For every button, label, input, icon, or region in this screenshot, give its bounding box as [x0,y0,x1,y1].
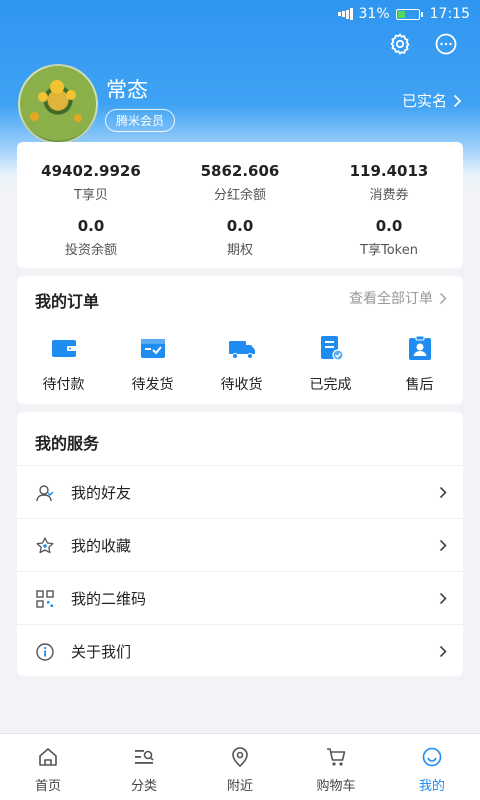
order-label: 待收货 [220,377,263,393]
stat-item[interactable]: 0.0 T享Token [315,217,463,258]
location-icon [232,747,248,768]
member-badge: 腾米会员 [105,109,176,132]
stat-value: 49402.9926 [41,162,141,180]
order-pending-shipment[interactable]: 待发货 [108,334,197,394]
chevron-right-icon [439,645,447,658]
service-label: 关于我们 [71,643,132,661]
message-more-icon[interactable] [434,32,458,56]
friends-icon [36,484,54,501]
user-name: 常态 [106,78,148,102]
asset-stats-card: 49402.9926 T享贝 5862.606 分红余额 119.4013 消费… [17,142,463,268]
tab-mine[interactable]: 我的 [384,734,480,800]
checklist-icon [320,336,344,361]
avatar[interactable] [18,64,98,144]
stat-label: 投资余额 [64,243,117,258]
order-completed[interactable]: 已完成 [286,334,375,394]
cart-icon [327,748,346,766]
order-pending-receipt[interactable]: 待收货 [197,334,286,394]
chevron-right-icon [439,592,447,605]
tab-nearby[interactable]: 附近 [192,734,288,800]
orders-title: 我的订单 [35,292,100,311]
service-label: 我的收藏 [71,537,132,555]
view-all-label: 查看全部订单 [349,291,433,307]
battery-icon [395,8,423,20]
clock: 17:15 [429,6,470,22]
wallet-icon [51,340,76,357]
service-item-favorites[interactable]: 我的收藏 [17,518,463,572]
stat-item[interactable]: 0.0 期权 [166,217,314,258]
stat-label: T享Token [360,243,418,258]
chevron-right-icon [439,486,447,499]
truck-icon [228,341,255,359]
service-item-qrcode[interactable]: 我的二维码 [17,571,463,625]
order-pending-payment[interactable]: 待付款 [19,334,108,394]
verified-link[interactable]: 已实名 [402,90,462,111]
stat-item[interactable]: 119.4013 消费券 [315,162,463,203]
battery-percent: 31% [358,6,390,22]
status-bar: 31% 17:15 [0,0,480,28]
stat-value: 0.0 [375,217,403,235]
profile-smile-icon [422,747,442,767]
services-title: 我的服务 [35,434,100,453]
stat-item[interactable]: 5862.606 分红余额 [166,162,314,203]
tab-home[interactable]: 首页 [0,734,96,800]
view-all-orders-link[interactable]: 查看全部订单 [349,288,447,308]
package-icon [140,339,165,358]
settings-gear-icon[interactable] [388,32,412,56]
chevron-right-icon [439,539,447,552]
stat-label: 消费券 [369,188,409,203]
service-item-about[interactable]: 关于我们 [17,624,463,678]
info-icon [36,642,54,661]
stat-value: 119.4013 [349,162,429,180]
stat-value: 0.0 [77,217,105,235]
signal-icon [337,8,353,20]
tab-label: 分类 [130,779,157,794]
service-item-friends[interactable]: 我的好友 [17,465,463,519]
tab-label: 我的 [418,779,445,794]
order-label: 待发货 [131,377,174,393]
tab-label: 附近 [226,779,253,794]
stat-item[interactable]: 0.0 投资余额 [17,217,165,258]
tab-label: 首页 [34,779,61,794]
star-icon [36,536,54,553]
orders-card: 我的订单 查看全部订单 待付款 待发货 待收货 已完成 售后 [17,276,463,404]
order-label: 待付款 [42,377,85,393]
profile-section: 常态 腾米会员 已实名 [18,64,462,144]
services-card: 我的服务 我的好友 我的收藏 我的二维码 关于我们 [17,412,463,676]
service-badge-icon [408,335,431,360]
order-after-sales[interactable]: 售后 [375,334,464,394]
category-icon [135,750,154,764]
service-label: 我的二维码 [71,590,147,608]
bottom-tab-bar: 首页 分类 附近 购物车 我的 [0,733,480,800]
order-label: 已完成 [309,377,352,393]
verified-label: 已实名 [401,92,447,110]
tab-label: 购物车 [316,779,356,794]
chevron-right-icon [453,94,462,107]
stat-label: 分红余额 [213,188,266,203]
order-label: 售后 [405,377,434,393]
stat-value: 0.0 [226,217,254,235]
stat-item[interactable]: 49402.9926 T享贝 [17,162,165,203]
tab-cart[interactable]: 购物车 [288,734,384,800]
service-label: 我的好友 [71,484,132,502]
stat-label: T享贝 [74,188,108,203]
stat-value: 5862.606 [200,162,280,180]
tab-category[interactable]: 分类 [96,734,192,800]
home-icon [39,748,57,766]
stat-label: 期权 [226,243,253,258]
qrcode-icon [36,589,54,608]
chevron-right-icon [439,292,447,304]
